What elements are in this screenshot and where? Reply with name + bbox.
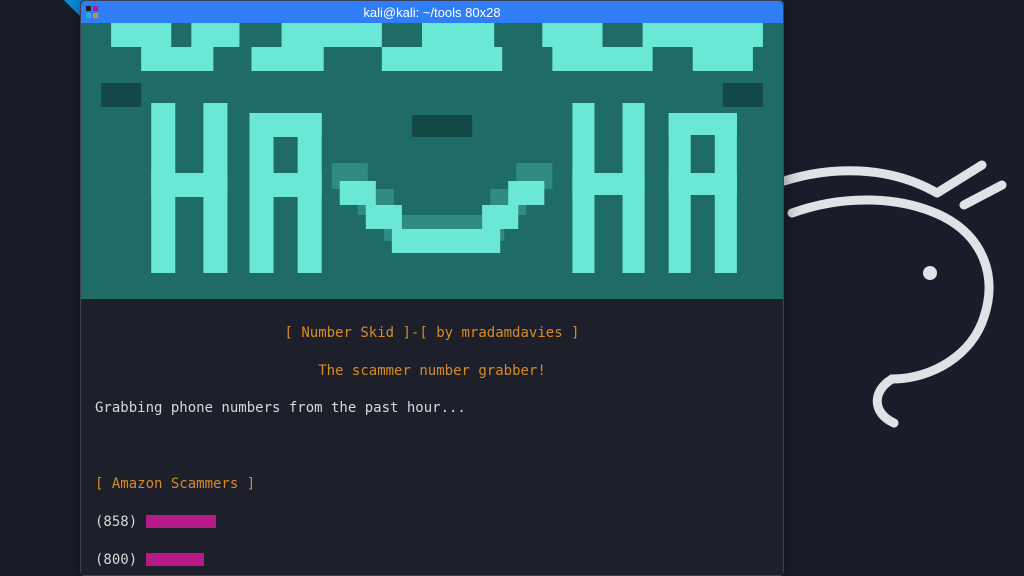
phone-row: (800) [95,551,769,570]
terminal-window: kali@kali: ~/tools 80x28 [80,0,784,576]
status-line: Grabbing phone numbers from the past hou… [95,399,769,418]
banner-line-2: The scammer number grabber! [95,362,769,381]
titlebar[interactable]: kali@kali: ~/tools 80x28 [81,1,783,23]
window-title: kali@kali: ~/tools 80x28 [103,5,783,20]
terminal-body[interactable]: [ Number Skid ]-[ by mradamdavies ] The … [81,23,783,575]
redacted-number [146,515,216,528]
phone-row: (858) [95,513,769,532]
terminal-output: [ Number Skid ]-[ by mradamdavies ] The … [81,299,783,575]
window-menu-icon[interactable] [81,1,103,23]
section-header: [ Amazon Scammers ] [95,475,769,494]
redacted-number [146,553,204,566]
ascii-art-banner [81,23,783,299]
banner-line-1: [ Number Skid ]-[ by mradamdavies ] [95,324,769,343]
